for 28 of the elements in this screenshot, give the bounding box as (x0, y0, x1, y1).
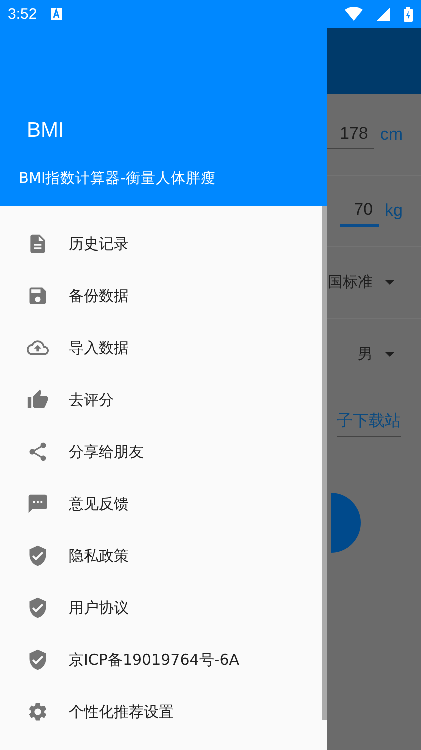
menu-item[interactable]: 备份数据 (0, 270, 322, 322)
app-subtitle: BMI指数计算器-衡量人体胖瘦 (19, 170, 217, 188)
unit-label: cm (380, 124, 403, 144)
dropdown-caret-icon (385, 352, 395, 356)
battery-icon (404, 6, 413, 22)
notification-icon (51, 8, 62, 20)
menu-item[interactable]: 用户协议 (0, 582, 322, 634)
menu-item[interactable]: 隐私政策 (0, 530, 322, 582)
unit-label: kg (385, 201, 403, 221)
thumbs-up-icon (27, 389, 49, 411)
shield-check-icon (27, 649, 49, 671)
menu-item[interactable]: 意见反馈 (0, 478, 322, 530)
wifi-icon (345, 7, 363, 21)
shield-check-icon (27, 545, 49, 567)
menu-item[interactable]: 历史记录 (0, 218, 322, 270)
signal-icon (377, 8, 390, 20)
menu-item[interactable]: 去评分 (0, 374, 322, 426)
chat-bubble-icon (27, 493, 49, 515)
menu-item[interactable]: 分享给朋友 (0, 426, 322, 478)
app-title: BMI (27, 119, 66, 143)
menu-item[interactable]: 京ICP备19019764号-6A (0, 634, 322, 686)
settings-icon (27, 701, 49, 723)
dropdown-caret-icon (385, 280, 395, 285)
menu-item[interactable]: 导入数据 (0, 322, 322, 374)
share-icon (27, 441, 49, 463)
menu-item[interactable]: 个性化推荐设置 (0, 686, 322, 738)
shield-check-icon (27, 597, 49, 619)
status-time: 3:52 (8, 6, 38, 22)
